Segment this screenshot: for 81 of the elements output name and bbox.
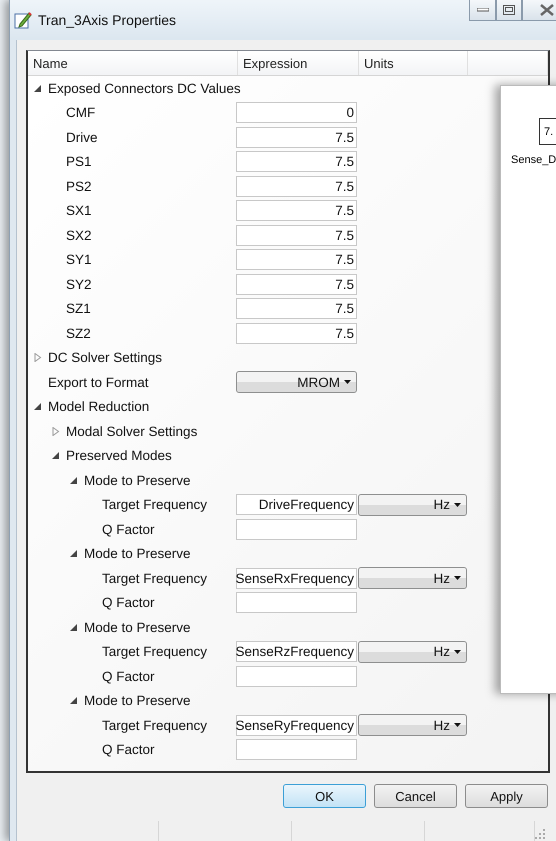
dialog-button[interactable]: Apply [465,784,548,808]
expanded-triangle-icon[interactable] [70,476,78,485]
expression-field[interactable]: SenseRyFrequency [236,714,357,736]
property-name: Drive [66,130,98,145]
expression-field[interactable] [236,666,357,687]
caret-icon [454,576,461,580]
property-name: Mode to Preserve [84,693,191,708]
expression-field[interactable]: DriveFrequency [236,494,357,516]
caret-icon [454,650,461,654]
block-label: Sense_D [511,154,556,166]
expression-field[interactable]: SenseRzFrequency [236,641,357,662]
maximize-button[interactable] [496,0,522,21]
caret-icon [454,502,461,507]
expression-field[interactable]: 7.5 [236,126,357,148]
property-name: CMF [66,105,96,120]
units-dropdown[interactable]: Hz [358,714,467,736]
property-name: PS2 [66,178,92,194]
property-name: Target Frequency [102,718,208,733]
property-name: Model Reduction [48,399,150,414]
property-name: Mode to Preserve [84,472,191,488]
property-name: SZ1 [66,301,91,316]
property-name: Q Factor [102,595,155,610]
expression-field[interactable]: 7.5 [236,298,357,320]
expanded-triangle-icon[interactable] [70,696,78,706]
expression-field[interactable]: 7.5 [236,274,357,295]
dialog-button[interactable]: Cancel [374,784,457,808]
expanded-triangle-icon[interactable] [34,84,42,93]
expanded-triangle-icon[interactable] [70,549,78,558]
property-name: SX2 [66,228,92,243]
property-name: DC Solver Settings [48,350,162,366]
property-name: Preserved Modes [66,448,172,464]
property-name: SZ2 [66,326,91,341]
diagram-block: 7. [539,118,556,145]
property-name: Q Factor [102,742,155,758]
expression-field[interactable]: 7.5 [236,224,357,246]
expanded-triangle-icon[interactable] [34,402,42,412]
dialog-button[interactable]: OK [283,784,366,808]
property-name: Export to Format [48,374,149,390]
property-name: SX1 [66,203,92,218]
property-name: Exposed Connectors DC Values [48,80,241,96]
caret-icon [454,723,461,728]
expression-field[interactable]: 0 [236,102,357,124]
window-title: Tran_3Axis Properties [38,12,176,28]
column-header[interactable]: Name [28,51,238,75]
pencil-edit-icon [14,11,32,29]
property-name: Q Factor [102,668,155,684]
maximize-icon [503,5,515,15]
property-name: Mode to Preserve [84,620,191,635]
property-name: Modal Solver Settings [66,424,198,439]
collapsed-triangle-icon[interactable] [52,426,60,436]
expression-field[interactable]: 7.5 [236,322,357,344]
property-name: Target Frequency [102,644,208,660]
expression-field[interactable]: 7.5 [236,200,357,222]
column-header[interactable]: Units [359,51,468,75]
property-name: Target Frequency [102,570,208,586]
close-icon [540,4,554,16]
property-name: Target Frequency [102,497,208,512]
units-dropdown[interactable]: Hz [358,494,467,516]
caret-icon [344,380,351,384]
expression-field[interactable]: 7.5 [236,176,357,197]
expression-field[interactable] [236,592,357,614]
property-name: PS1 [66,154,92,170]
column-header[interactable]: Expression [238,51,359,75]
expression-field[interactable]: SenseRxFrequency [236,568,357,589]
expanded-triangle-icon[interactable] [52,451,60,460]
units-dropdown[interactable]: Hz [358,640,467,663]
format-dropdown[interactable]: MROM [236,371,357,394]
minimize-icon [476,8,488,12]
collapsed-triangle-icon[interactable] [34,353,42,362]
property-name: SY1 [66,252,92,268]
property-name: SY2 [66,276,92,292]
units-dropdown[interactable]: Hz [358,567,467,590]
expanded-triangle-icon[interactable] [70,622,78,632]
expression-field[interactable] [236,518,357,540]
property-name: Q Factor [102,522,155,537]
expression-field[interactable]: 7.5 [236,249,357,270]
resize-grip-icon[interactable] [535,829,545,839]
expression-field[interactable] [236,739,357,760]
minimize-button[interactable] [469,0,496,21]
expression-field[interactable]: 7.5 [236,151,357,172]
property-name: Mode to Preserve [84,546,191,562]
